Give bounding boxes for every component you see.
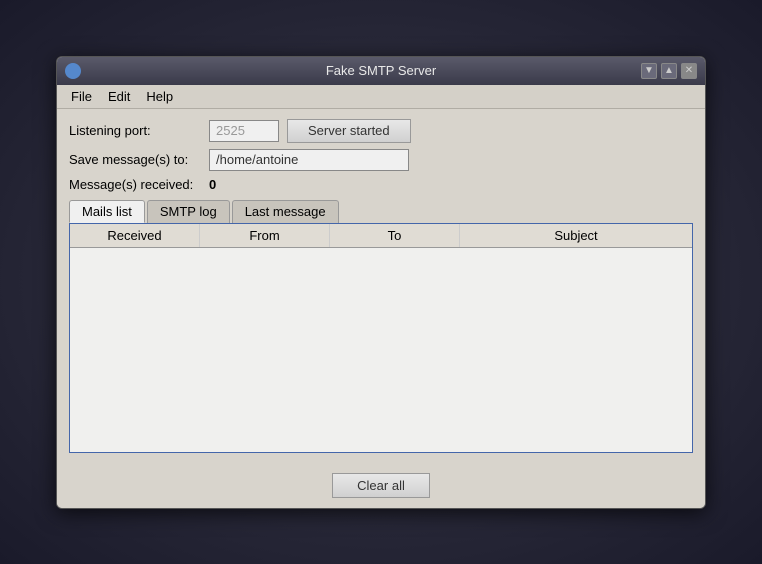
server-started-button[interactable]: Server started — [287, 119, 411, 143]
desktop: Fake SMTP Server ▼ ▲ ✕ File Edit Help — [0, 0, 762, 564]
clear-all-button[interactable]: Clear all — [332, 473, 430, 498]
save-messages-row: Save message(s) to: — [69, 149, 693, 171]
maximize-button[interactable]: ▲ — [661, 63, 677, 79]
tabs-container: Mails list SMTP log Last message Receive… — [69, 200, 693, 453]
listening-port-input[interactable] — [209, 120, 279, 142]
save-messages-label: Save message(s) to: — [69, 152, 209, 167]
bottom-bar: Clear all — [57, 463, 705, 508]
table-body — [70, 248, 692, 448]
mails-table: Received From To Subject — [69, 223, 693, 453]
menu-help[interactable]: Help — [140, 87, 179, 106]
menu-file[interactable]: File — [65, 87, 98, 106]
application-window: Fake SMTP Server ▼ ▲ ✕ File Edit Help — [56, 56, 706, 509]
app-icon — [65, 63, 81, 79]
menu-edit[interactable]: Edit — [102, 87, 136, 106]
menubar: File Edit Help — [57, 85, 705, 109]
listening-port-row: Listening port: Server started — [69, 119, 693, 143]
window-title: Fake SMTP Server — [326, 63, 436, 78]
tab-smtp-log[interactable]: SMTP log — [147, 200, 230, 223]
column-received: Received — [70, 224, 200, 247]
tab-last-message[interactable]: Last message — [232, 200, 339, 223]
tabs: Mails list SMTP log Last message — [69, 200, 693, 223]
close-button[interactable]: ✕ — [681, 63, 697, 79]
messages-received-row: Message(s) received: 0 — [69, 177, 693, 192]
messages-received-label: Message(s) received: — [69, 177, 209, 192]
listening-port-label: Listening port: — [69, 123, 209, 138]
column-to: To — [330, 224, 460, 247]
window-controls: ▼ ▲ ✕ — [641, 63, 697, 79]
table-header: Received From To Subject — [70, 224, 692, 248]
minimize-button[interactable]: ▼ — [641, 63, 657, 79]
messages-received-value: 0 — [209, 177, 216, 192]
column-subject: Subject — [460, 224, 692, 247]
content-area: Listening port: Server started Save mess… — [57, 109, 705, 463]
column-from: From — [200, 224, 330, 247]
tab-mails-list[interactable]: Mails list — [69, 200, 145, 223]
titlebar: Fake SMTP Server ▼ ▲ ✕ — [57, 57, 705, 85]
save-messages-input[interactable] — [209, 149, 409, 171]
